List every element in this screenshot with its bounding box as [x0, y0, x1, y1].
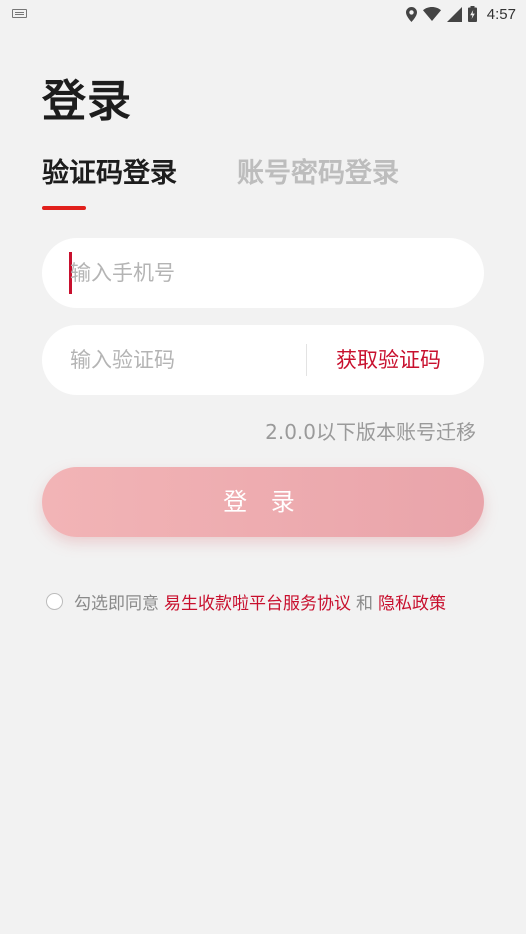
- status-icons: 4:57: [405, 4, 516, 24]
- login-button[interactable]: 登 录: [42, 467, 484, 537]
- phone-number-input[interactable]: [70, 238, 460, 308]
- page-title: 登录: [42, 76, 132, 127]
- active-tab-indicator: [42, 206, 86, 210]
- keyboard-icon: [12, 9, 27, 18]
- input-divider: [306, 344, 307, 376]
- account-migration-link[interactable]: 2.0.0以下版本账号迁移: [265, 418, 476, 446]
- phone-input-container[interactable]: [42, 238, 484, 308]
- tab-account-password-login[interactable]: 账号密码登录: [237, 156, 399, 192]
- verification-code-container[interactable]: 获取验证码: [42, 325, 484, 395]
- service-agreement-link[interactable]: 易生收款啦平台服务协议: [164, 589, 351, 614]
- agreement-and: 和: [356, 593, 373, 614]
- signal-icon: [446, 6, 462, 22]
- privacy-policy-link[interactable]: 隐私政策: [378, 589, 446, 614]
- location-icon: [405, 6, 417, 22]
- status-bar: 4:57: [0, 0, 526, 28]
- wifi-icon: [422, 7, 441, 21]
- agreement-prefix: 勾选即同意: [74, 593, 159, 614]
- verification-code-input[interactable]: [70, 325, 300, 395]
- agreement-row: 勾选即同意 易生收款啦平台服务协议 和 隐私政策: [46, 588, 446, 614]
- get-verification-code-button[interactable]: 获取验证码: [336, 325, 441, 395]
- agreement-checkbox[interactable]: [46, 592, 63, 610]
- battery-charging-icon: [467, 6, 477, 22]
- tab-verification-code-login[interactable]: 验证码登录: [42, 156, 177, 192]
- status-time: 4:57: [486, 5, 516, 23]
